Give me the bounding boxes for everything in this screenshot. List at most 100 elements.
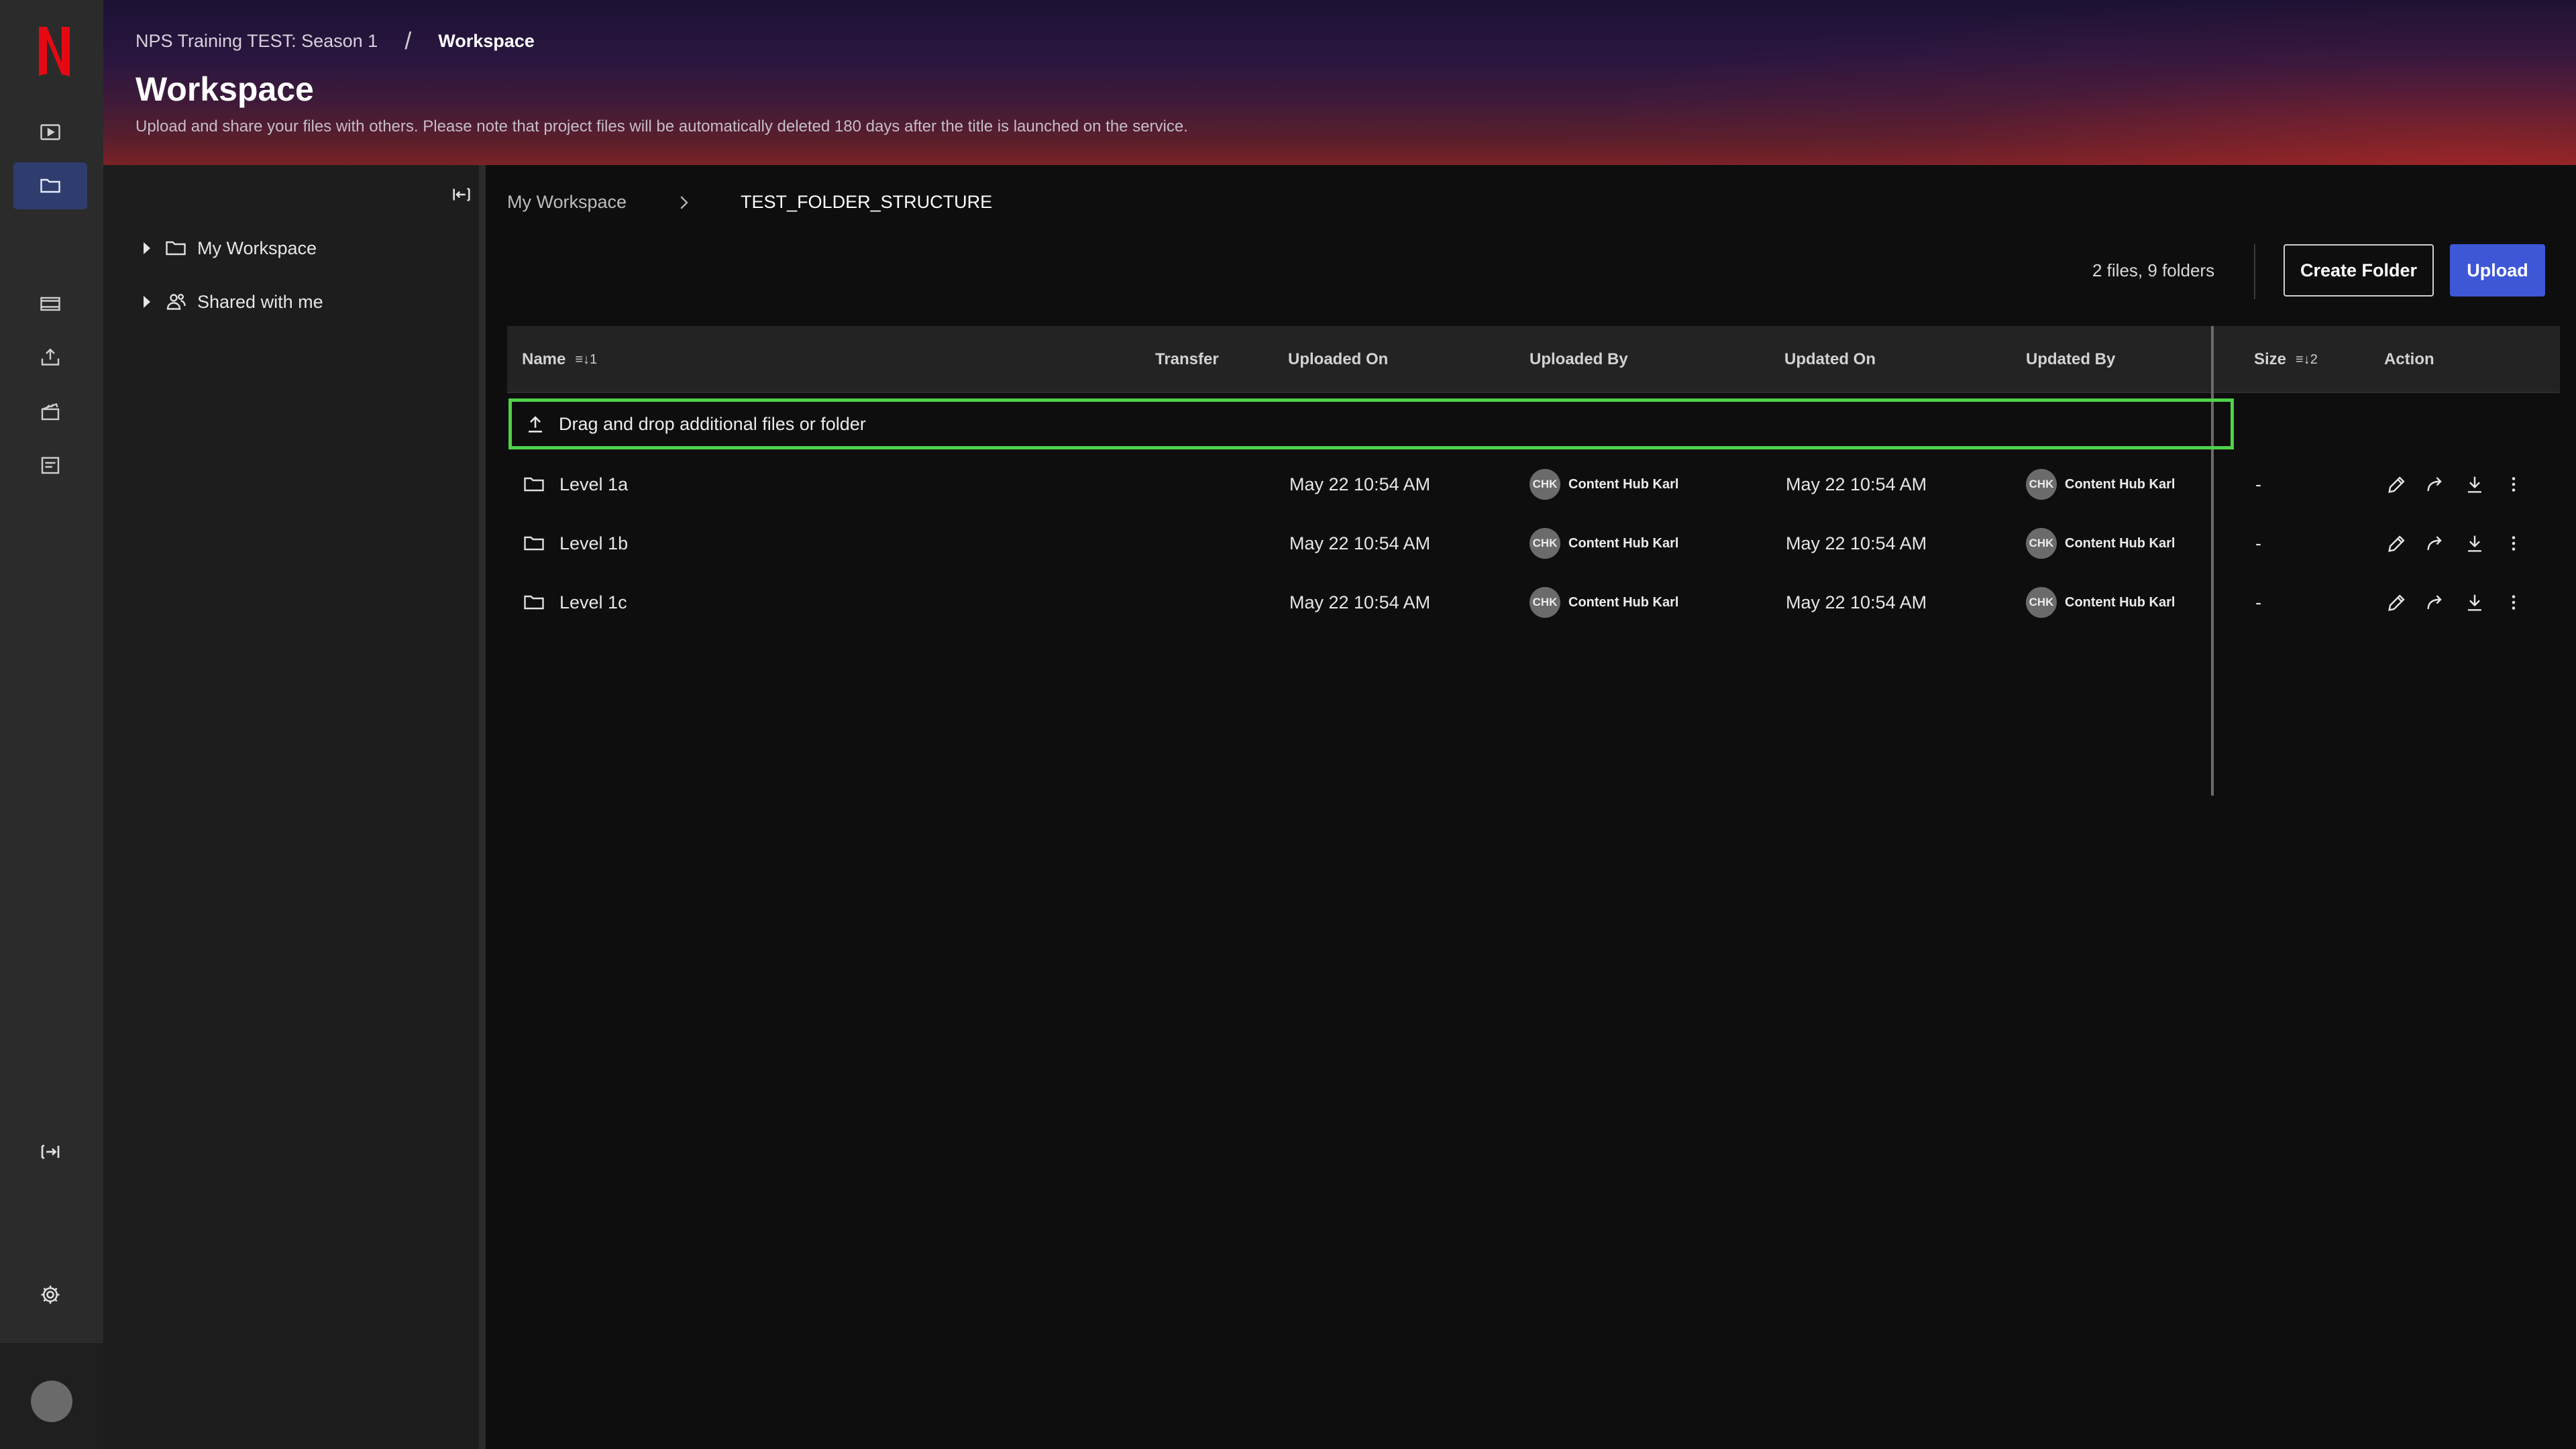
more-options-icon[interactable] [2502, 532, 2525, 555]
rail-upload-tray-button[interactable] [13, 334, 87, 381]
name-cell[interactable]: Level 1c [522, 573, 627, 632]
drop-zone[interactable]: Drag and drop additional files or folder [508, 398, 2234, 449]
tree-item-label: Shared with me [197, 291, 323, 312]
column-header-updated-on[interactable]: Updated On [1784, 350, 1876, 369]
settings-button[interactable] [13, 1271, 87, 1318]
upload-button[interactable]: Upload [2450, 244, 2545, 297]
column-label: Updated On [1784, 350, 1876, 368]
uploaded-by-cell: CHK Content Hub Karl [1529, 514, 1678, 573]
breadcrumb-project[interactable]: NPS Training TEST: Season 1 [136, 31, 378, 52]
user-name: Content Hub Karl [2065, 535, 2176, 551]
drop-zone-label: Drag and drop additional files or folder [559, 413, 866, 434]
column-header-uploaded-on[interactable]: Uploaded On [1288, 350, 1388, 369]
folder-name[interactable]: Level 1a [559, 474, 628, 495]
clapperboard-icon [41, 402, 60, 421]
collapse-panel-button[interactable] [445, 180, 478, 209]
action-cell [2385, 573, 2541, 632]
people-icon [166, 294, 186, 310]
folder-name[interactable]: Level 1c [559, 592, 627, 613]
column-label: Name [522, 350, 566, 368]
download-icon[interactable] [2463, 591, 2486, 614]
tree-item-label: My Workspace [197, 237, 317, 258]
breadcrumb: NPS Training TEST: Season 1 / Workspace [136, 27, 535, 55]
expand-rail-button[interactable] [13, 1128, 87, 1175]
rail-workspace-button[interactable] [13, 162, 87, 209]
sort-indicator[interactable]: ≡↓2 [2296, 352, 2318, 368]
updated-by-cell: CHK Content Hub Karl [2026, 573, 2175, 632]
edit-icon[interactable] [2385, 591, 2408, 614]
page-title: Workspace [136, 70, 314, 108]
folder-tree-panel: My Workspace Shared with me [103, 165, 479, 1449]
avatar[interactable] [31, 1381, 72, 1422]
table-row[interactable]: Level 1b May 22 10:54 AM CHK Content Hub … [507, 514, 2560, 573]
more-options-icon[interactable] [2502, 591, 2525, 614]
column-label: Uploaded On [1288, 350, 1389, 368]
column-header-transfer[interactable]: Transfer [1155, 350, 1219, 369]
rail-clapper-button[interactable] [13, 388, 87, 435]
download-icon[interactable] [2463, 532, 2486, 555]
folder-icon [524, 536, 544, 551]
folder-icon [524, 477, 544, 492]
updated-on-cell: May 22 10:54 AM [1786, 474, 1927, 494]
uploaded-on-cell: May 22 10:54 AM [1289, 592, 1431, 612]
expand-caret-icon[interactable] [144, 296, 150, 308]
column-header-updated-by[interactable]: Updated By [2026, 350, 2115, 369]
uploaded-on-cell: May 22 10:54 AM [1289, 533, 1431, 553]
column-header-size[interactable]: Size ≡↓2 [2254, 350, 2318, 369]
user-name: Content Hub Karl [1568, 535, 1679, 551]
panel-resize-handle[interactable] [479, 165, 486, 1449]
checklist-icon [41, 457, 60, 474]
expand-icon [41, 1144, 60, 1159]
size-cell: - [2255, 533, 2261, 553]
left-rail [0, 0, 103, 1449]
user-area [0, 1343, 103, 1449]
table-row[interactable]: Level 1c May 22 10:54 AM CHK Content Hub … [507, 573, 2560, 632]
path-root-link[interactable]: My Workspace [507, 192, 627, 213]
rail-tasks-button[interactable] [13, 441, 87, 488]
edit-icon[interactable] [2385, 473, 2408, 496]
expand-caret-icon[interactable] [144, 242, 150, 254]
folder-icon [524, 595, 544, 610]
folder-name[interactable]: Level 1b [559, 533, 628, 554]
create-folder-button[interactable]: Create Folder [2284, 244, 2434, 297]
column-header-uploaded-by[interactable]: Uploaded By [1529, 350, 1628, 369]
column-label: Action [2384, 350, 2434, 368]
play-square-icon [40, 124, 60, 140]
more-options-icon[interactable] [2502, 473, 2525, 496]
rail-media-button[interactable] [13, 109, 87, 156]
tree-item-shared-with-me[interactable]: Shared with me [144, 290, 323, 314]
avatar: CHK [1529, 469, 1560, 500]
breadcrumb-current: Workspace [438, 30, 535, 51]
sort-indicator[interactable]: ≡↓1 [575, 352, 597, 368]
avatar: CHK [1529, 528, 1560, 559]
tray-upload-icon [41, 348, 60, 366]
path-current: TEST_FOLDER_STRUCTURE [741, 192, 993, 212]
column-header-name[interactable]: Name ≡↓1 [522, 350, 597, 369]
table-row[interactable]: Level 1a May 22 10:54 AM CHK Content Hub … [507, 455, 2560, 514]
netflix-logo[interactable] [35, 25, 74, 78]
column-header-action: Action [2384, 350, 2434, 369]
share-icon[interactable] [2424, 473, 2447, 496]
tree-item-my-workspace[interactable]: My Workspace [144, 236, 317, 260]
name-cell[interactable]: Level 1b [522, 514, 628, 573]
share-icon[interactable] [2424, 591, 2447, 614]
table-header: Name ≡↓1 Transfer Uploaded On Uploaded B… [507, 326, 2560, 393]
updated-on-cell: May 22 10:54 AM [1786, 533, 1927, 553]
item-count: 2 files, 9 folders [2092, 260, 2215, 280]
download-icon[interactable] [2463, 473, 2486, 496]
column-label: Updated By [2026, 350, 2116, 368]
folder-icon [166, 241, 186, 256]
avatar: CHK [2026, 528, 2057, 559]
action-cell [2385, 455, 2541, 514]
breadcrumb-separator: / [405, 27, 412, 54]
share-icon[interactable] [2424, 532, 2447, 555]
edit-icon[interactable] [2385, 532, 2408, 555]
action-cell [2385, 514, 2541, 573]
rail-film-button[interactable] [13, 280, 87, 327]
updated-on-cell: May 22 10:54 AM [1786, 592, 1927, 612]
film-icon [40, 297, 60, 311]
main-content: My Workspace TEST_FOLDER_STRUCTURE 2 fil… [486, 165, 2576, 1449]
name-cell[interactable]: Level 1a [522, 455, 628, 514]
uploaded-by-cell: CHK Content Hub Karl [1529, 455, 1678, 514]
avatar: CHK [2026, 587, 2057, 618]
